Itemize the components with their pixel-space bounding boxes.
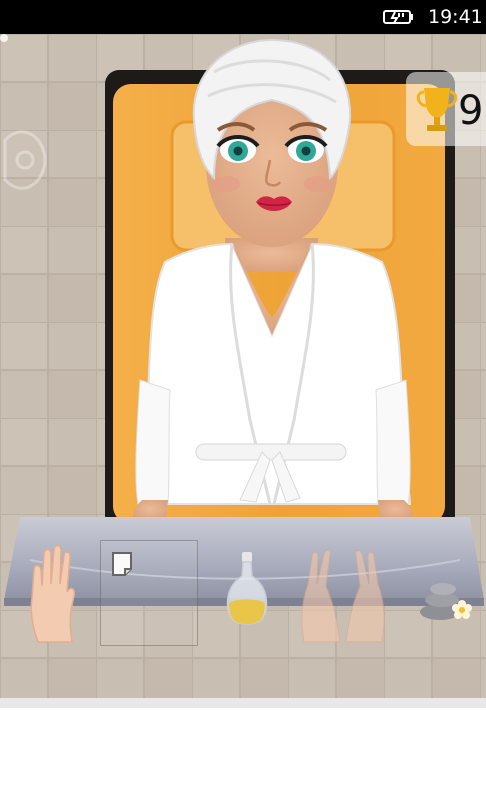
oil-bottle-icon (226, 552, 268, 625)
game-canvas[interactable]: 9 (0, 34, 486, 698)
score-value: 9 (458, 88, 484, 134)
massage-hands-tool[interactable] (296, 540, 390, 644)
spa-stones-tool[interactable] (414, 540, 480, 644)
massage-hands-icon (301, 549, 385, 643)
spa-stones-icon (420, 583, 472, 620)
status-bar: 19:41 (0, 0, 486, 34)
trophy-icon (416, 88, 458, 131)
bottom-blank-area (0, 708, 486, 810)
note-icon (112, 552, 132, 576)
score-badge: 9 (406, 72, 486, 146)
bottom-divider (0, 698, 486, 708)
status-time: 19:41 (428, 6, 483, 28)
left-sleeve (135, 379, 171, 505)
sticker-tool[interactable] (100, 540, 198, 646)
robe-belt (195, 443, 347, 461)
oil-bottle-tool[interactable] (222, 540, 272, 644)
battery-charging-icon (383, 10, 413, 24)
hand-tool[interactable] (22, 540, 86, 644)
right-sleeve (375, 379, 411, 505)
hand-icon (30, 544, 76, 643)
